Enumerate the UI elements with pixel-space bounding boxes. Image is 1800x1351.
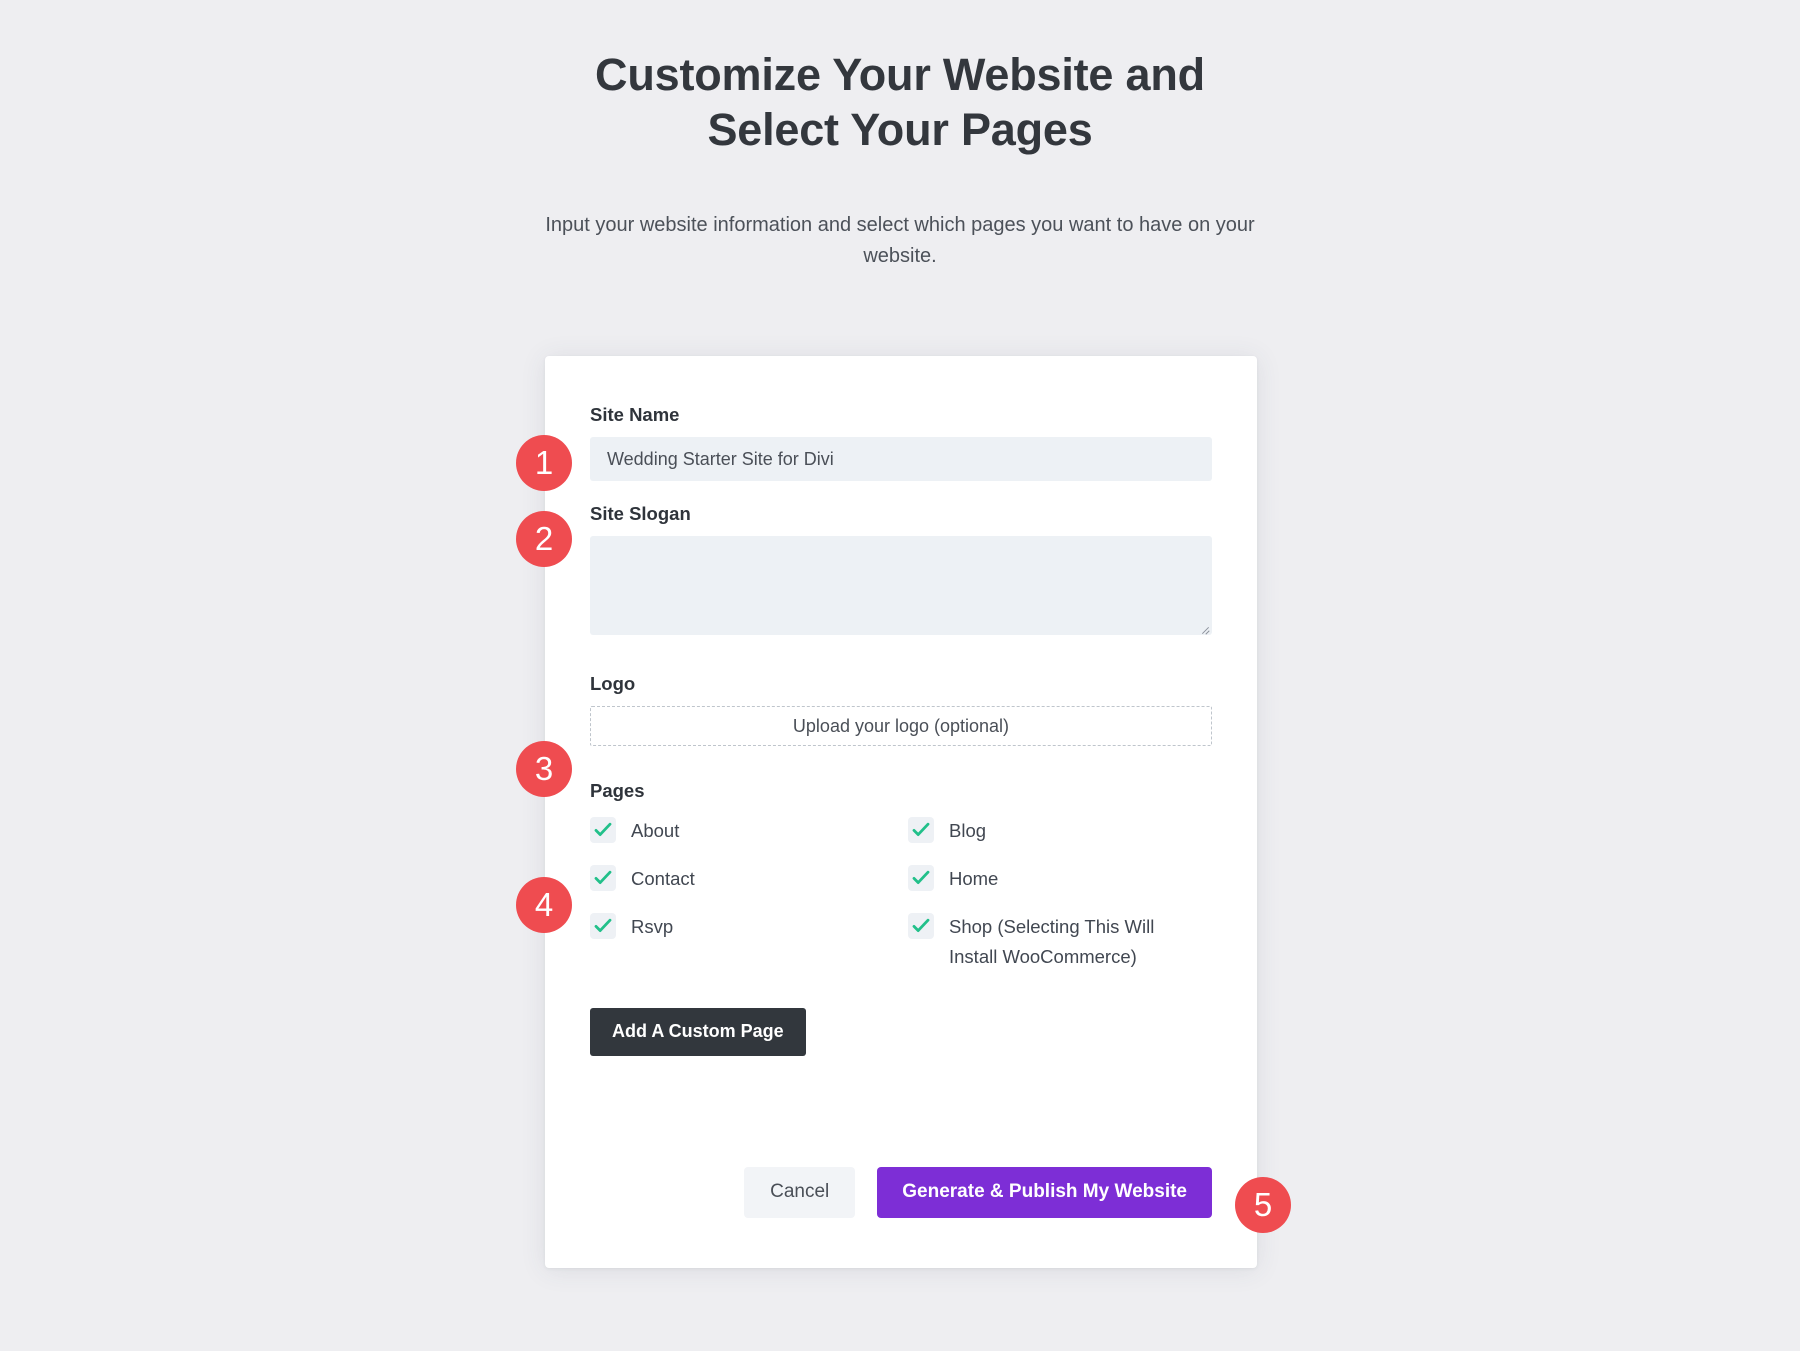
page-option-label: Blog [949,820,987,841]
page-option-rsvp[interactable]: Rsvp [590,912,908,972]
site-slogan-input[interactable] [590,536,1212,635]
page-option-label: Contact [631,867,695,889]
logo-label: Logo [590,673,636,694]
step-badge-1: 1 [516,435,572,491]
step-badge-3: 3 [516,741,572,797]
check-icon [594,822,612,836]
page-header: Customize Your Website and Select Your P… [0,48,1800,272]
site-name-input[interactable] [590,437,1212,481]
check-icon [912,918,930,932]
checkbox-rsvp[interactable] [590,912,616,939]
checkbox-blog[interactable] [908,817,934,843]
page-title: Customize Your Website and Select Your P… [595,49,1205,155]
checkbox-home[interactable] [908,864,934,891]
pages-checkbox-grid: About Blog Contact Home Rsvp Shop (Selec… [590,816,1212,972]
setup-form-card: Site Name Site Slogan Logo Upload your l… [545,356,1257,1268]
pages-label: Pages [590,780,645,801]
check-icon [594,870,612,884]
step-badge-4: 4 [516,877,572,933]
step-badge-2: 2 [516,511,572,567]
page-option-contact[interactable]: Contact [590,864,908,894]
upload-logo-button[interactable]: Upload your logo (optional) [590,706,1212,746]
page-option-label: About [631,820,680,841]
form-fields-container: Site Name Site Slogan Logo Upload your l… [590,404,1212,1056]
page-option-shop[interactable]: Shop (Selecting This Will Install WooCom… [908,912,1212,972]
page-option-label: Home [949,867,999,889]
form-actions: Cancel Generate & Publish My Website [744,1167,1212,1218]
site-slogan-wrapper [590,536,1212,635]
cancel-button[interactable]: Cancel [744,1167,856,1218]
site-slogan-label: Site Slogan [590,503,691,524]
page-option-label: Shop (Selecting This Will Install WooCom… [949,915,1155,967]
checkbox-about[interactable] [590,817,616,843]
add-custom-page-button[interactable]: Add A Custom Page [590,1007,806,1056]
page-root: Customize Your Website and Select Your P… [0,0,1800,1351]
page-option-blog[interactable]: Blog [908,816,1212,846]
check-icon [594,918,612,932]
page-option-label: Rsvp [631,915,674,937]
check-icon [912,822,930,836]
checkbox-shop[interactable] [908,912,934,939]
checkbox-contact[interactable] [590,864,616,891]
site-name-label: Site Name [590,404,680,425]
generate-publish-button[interactable]: Generate & Publish My Website [877,1167,1212,1218]
page-option-about[interactable]: About [590,816,908,846]
page-subtitle: Input your website information and selec… [545,213,1255,267]
check-icon [912,870,930,884]
step-badge-5: 5 [1235,1177,1291,1233]
page-option-home[interactable]: Home [908,864,1212,894]
